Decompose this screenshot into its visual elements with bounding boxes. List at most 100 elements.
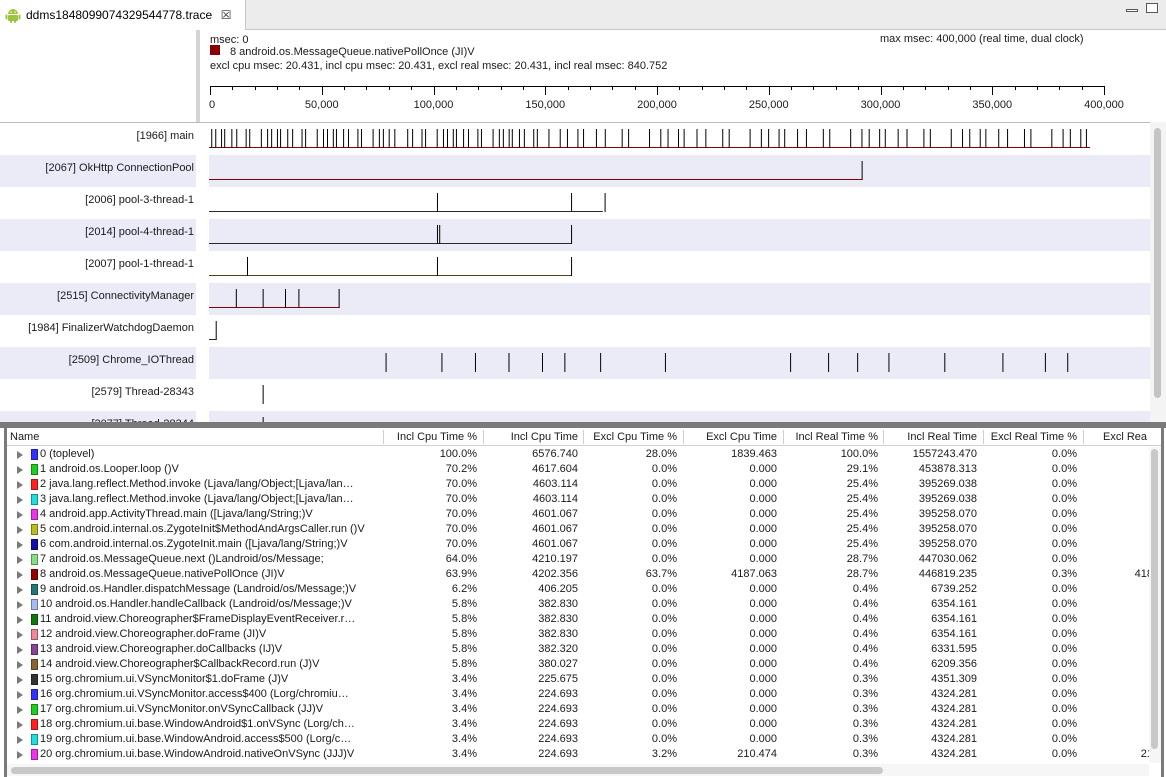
- thread-row[interactable]: [2077] Thread-28344: [0, 411, 1150, 422]
- expand-arrow-icon[interactable]: [17, 721, 23, 729]
- expand-arrow-icon[interactable]: [17, 586, 23, 594]
- method-name: 6 com.android.internal.os.ZygoteInit.mai…: [40, 538, 348, 550]
- expand-arrow-icon[interactable]: [17, 496, 23, 504]
- expand-arrow-icon[interactable]: [17, 556, 23, 564]
- expand-arrow-icon[interactable]: [17, 751, 23, 759]
- table-row[interactable]: 3 java.lang.reflect.Method.invoke (Ljava…: [7, 492, 1149, 507]
- expand-arrow-icon[interactable]: [17, 706, 23, 714]
- thread-activity[interactable]: [209, 283, 1150, 315]
- thread-row[interactable]: [1966] main: [0, 123, 1150, 155]
- scroll-thumb[interactable]: [1154, 128, 1161, 398]
- editor-tab-bar: ddms1848099074329544778.trace ☒: [0, 0, 1166, 30]
- thread-row[interactable]: [2014] pool-4-thread-1: [0, 219, 1150, 251]
- thread-activity[interactable]: [209, 219, 1150, 251]
- column-separator[interactable]: [583, 430, 584, 444]
- thread-activity[interactable]: [209, 155, 1150, 187]
- timeline-scrollbar[interactable]: [1150, 122, 1166, 422]
- table-row[interactable]: 15 org.chromium.ui.VSyncMonitor$1.doFram…: [7, 672, 1149, 687]
- incl-real-column-header[interactable]: Incl Real Time: [887, 428, 977, 446]
- table-cell: 395258.070: [918, 523, 977, 535]
- incl-cpu-pct-column-header[interactable]: Incl Cpu Time %: [387, 428, 477, 446]
- minimize-icon[interactable]: [1126, 9, 1138, 12]
- table-row[interactable]: 7 android.os.MessageQueue.next ()Landroi…: [7, 552, 1149, 567]
- column-separator[interactable]: [683, 430, 684, 444]
- thread-row[interactable]: [2067] OkHttp ConnectionPool: [0, 155, 1150, 187]
- table-row[interactable]: 16 org.chromium.ui.VSyncMonitor.access$4…: [7, 687, 1149, 702]
- thread-row[interactable]: [1984] FinalizerWatchdogDaemon: [0, 315, 1150, 347]
- excl-cpu-pct-column-header[interactable]: Excl Cpu Time %: [587, 428, 677, 446]
- thread-activity[interactable]: [209, 251, 1150, 283]
- expand-arrow-icon[interactable]: [17, 481, 23, 489]
- expand-arrow-icon[interactable]: [17, 631, 23, 639]
- thread-activity[interactable]: [209, 123, 1150, 155]
- table-vertical-scrollbar[interactable]: [1149, 447, 1161, 763]
- row-gutter: [196, 123, 209, 155]
- expand-arrow-icon[interactable]: [17, 511, 23, 519]
- expand-arrow-icon[interactable]: [17, 691, 23, 699]
- thread-activity[interactable]: [209, 347, 1150, 379]
- thread-row[interactable]: [2007] pool-1-thread-1: [0, 251, 1150, 283]
- excl-real-pct-column-header[interactable]: Excl Real Time %: [987, 428, 1077, 446]
- scroll-thumb[interactable]: [1151, 449, 1158, 749]
- expand-arrow-icon[interactable]: [17, 526, 23, 534]
- name-column-header[interactable]: Name: [10, 428, 39, 446]
- table-row[interactable]: 4 android.app.ActivityThread.main ([Ljav…: [7, 507, 1149, 522]
- column-separator[interactable]: [983, 430, 984, 444]
- trace-tab[interactable]: ddms1848099074329544778.trace ☒: [0, 0, 246, 30]
- column-separator[interactable]: [383, 430, 384, 444]
- column-separator[interactable]: [483, 430, 484, 444]
- table-row[interactable]: 5 com.android.internal.os.ZygoteInit$Met…: [7, 522, 1149, 537]
- close-tab-icon[interactable]: ☒: [220, 8, 232, 22]
- thread-activity[interactable]: [209, 379, 1150, 411]
- expand-arrow-icon[interactable]: [17, 736, 23, 744]
- table-row[interactable]: 18 org.chromium.ui.base.WindowAndroid$1.…: [7, 717, 1149, 732]
- expand-arrow-icon[interactable]: [17, 571, 23, 579]
- table-row[interactable]: 19 org.chromium.ui.base.WindowAndroid.ac…: [7, 732, 1149, 747]
- table-row[interactable]: 6 com.android.internal.os.ZygoteInit.mai…: [7, 537, 1149, 552]
- thread-activity[interactable]: [209, 187, 1150, 219]
- table-row[interactable]: 11 android.view.Choreographer$FrameDispl…: [7, 612, 1149, 627]
- table-row[interactable]: 8 android.os.MessageQueue.nativePollOnce…: [7, 567, 1149, 582]
- incl-cpu-column-header[interactable]: Incl Cpu Time: [487, 428, 578, 446]
- thread-row[interactable]: [2006] pool-3-thread-1: [0, 187, 1150, 219]
- table-row[interactable]: 1 android.os.Looper.loop ()V 70.2% 4617.60…: [7, 462, 1149, 477]
- table-row[interactable]: 14 android.view.Choreographer$CallbackRe…: [7, 657, 1149, 672]
- table-row[interactable]: 9 android.os.Handler.dispatchMessage (La…: [7, 582, 1149, 597]
- thread-row[interactable]: [2509] Chrome_IOThread: [0, 347, 1150, 379]
- excl-real-column-header[interactable]: Excl Rea: [1103, 428, 1147, 446]
- expand-arrow-icon[interactable]: [17, 646, 23, 654]
- thread-activity[interactable]: [209, 315, 1150, 347]
- table-horizontal-scrollbar[interactable]: [7, 764, 1149, 776]
- excl-cpu-column-header[interactable]: Excl Cpu Time: [687, 428, 777, 446]
- thread-timeline[interactable]: [1966] main [2067] OkHttp ConnectionPool […: [0, 122, 1150, 422]
- table-cell: 25.4%: [846, 478, 878, 490]
- column-separator[interactable]: [883, 430, 884, 444]
- expand-arrow-icon[interactable]: [17, 661, 23, 669]
- table-row[interactable]: 20 org.chromium.ui.base.WindowAndroid.na…: [7, 747, 1149, 762]
- table-row[interactable]: 13 android.view.Choreographer.doCallback…: [7, 642, 1149, 657]
- scroll-thumb[interactable]: [11, 767, 883, 774]
- table-row[interactable]: 0 (toplevel) 100.0% 6576.740 28.0% 1839.463 1…: [7, 447, 1149, 462]
- table-row[interactable]: 17 org.chromium.ui.VSyncMonitor.onVSyncC…: [7, 702, 1149, 717]
- expand-arrow-icon[interactable]: [17, 601, 23, 609]
- table-cell: 0.0%: [1051, 688, 1077, 700]
- table-row[interactable]: 2 java.lang.reflect.Method.invoke (Ljava…: [7, 477, 1149, 492]
- expand-arrow-icon[interactable]: [17, 616, 23, 624]
- maximize-icon[interactable]: [1146, 3, 1158, 13]
- thread-row[interactable]: [2579] Thread-28343: [0, 379, 1150, 411]
- expand-arrow-icon[interactable]: [17, 676, 23, 684]
- thread-activity[interactable]: [209, 411, 1150, 422]
- table-cell: 6739.252: [931, 583, 977, 595]
- thread-row[interactable]: [2515] ConnectivityManager: [0, 283, 1150, 315]
- expand-arrow-icon[interactable]: [17, 451, 23, 459]
- table-cell: 3.4%: [451, 703, 477, 715]
- incl-real-pct-column-header[interactable]: Incl Real Time %: [787, 428, 878, 446]
- axis-tick: [947, 86, 949, 90]
- table-row[interactable]: 10 android.os.Handler.handleCallback (La…: [7, 597, 1149, 612]
- column-separator[interactable]: [783, 430, 784, 444]
- table-row[interactable]: 12 android.view.Choreographer.doFrame (J…: [7, 627, 1149, 642]
- expand-arrow-icon[interactable]: [17, 466, 23, 474]
- column-separator[interactable]: [1083, 430, 1084, 444]
- expand-arrow-icon[interactable]: [17, 541, 23, 549]
- time-axis[interactable]: 0 50,000 100,000 150,000 200,000 250,000 300,0…: [209, 86, 1124, 122]
